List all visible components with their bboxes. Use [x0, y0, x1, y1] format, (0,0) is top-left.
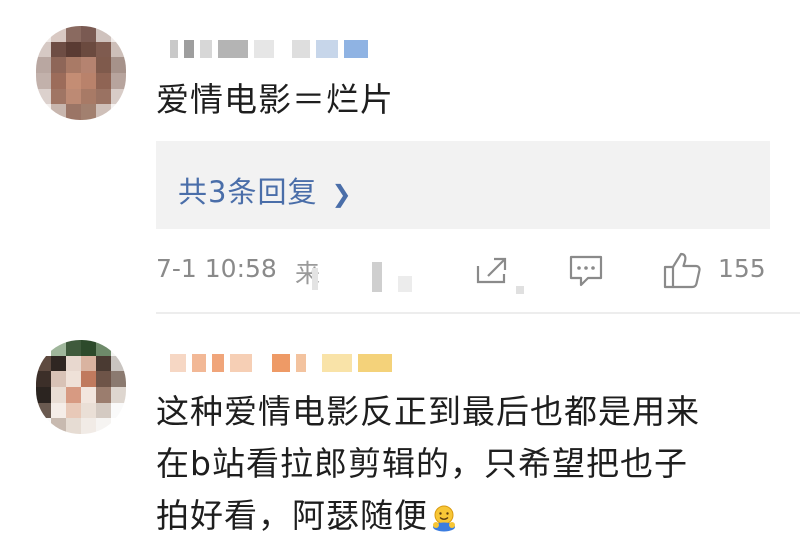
divider: [156, 312, 800, 314]
avatar[interactable]: [36, 340, 126, 434]
comment-icon[interactable]: [568, 254, 604, 288]
blurred-source: [398, 276, 412, 292]
share-icon[interactable]: [474, 254, 510, 286]
comment-text-line: 这种爱情电影反正到最后也都是用来: [156, 392, 700, 431]
avatar[interactable]: [36, 26, 126, 120]
username[interactable]: [170, 350, 398, 376]
reply-preview-box[interactable]: 共3条回复 ❯: [156, 141, 770, 229]
comment-timestamp: 7-1 10:58: [156, 254, 277, 283]
comment-text: 这种爱情电影反正到最后也都是用来 在b站看拉郎剪辑的，只希望把也子 拍好看，阿瑟…: [156, 386, 700, 542]
blurred-share-count: [516, 286, 524, 294]
like-count: 155: [718, 254, 766, 283]
view-replies-link[interactable]: 共3条回复 ❯: [178, 169, 353, 211]
blurred-source: [312, 268, 318, 290]
thumbs-up-icon[interactable]: [662, 250, 702, 290]
comment-text: 爱情电影＝烂片: [156, 80, 394, 119]
comment-text-line: 在b站看拉郎剪辑的，只希望把也子: [156, 444, 688, 483]
blurred-source: [372, 262, 382, 292]
comment-text-segment: 拍好看，阿瑟随便: [156, 496, 428, 535]
username[interactable]: [170, 36, 374, 62]
chevron-right-icon: ❯: [331, 180, 353, 208]
hug-emoji-icon: [433, 505, 455, 531]
comment-text-line: 拍好看，阿瑟随便: [156, 490, 700, 542]
view-replies-label: 共3条回复: [178, 175, 318, 209]
